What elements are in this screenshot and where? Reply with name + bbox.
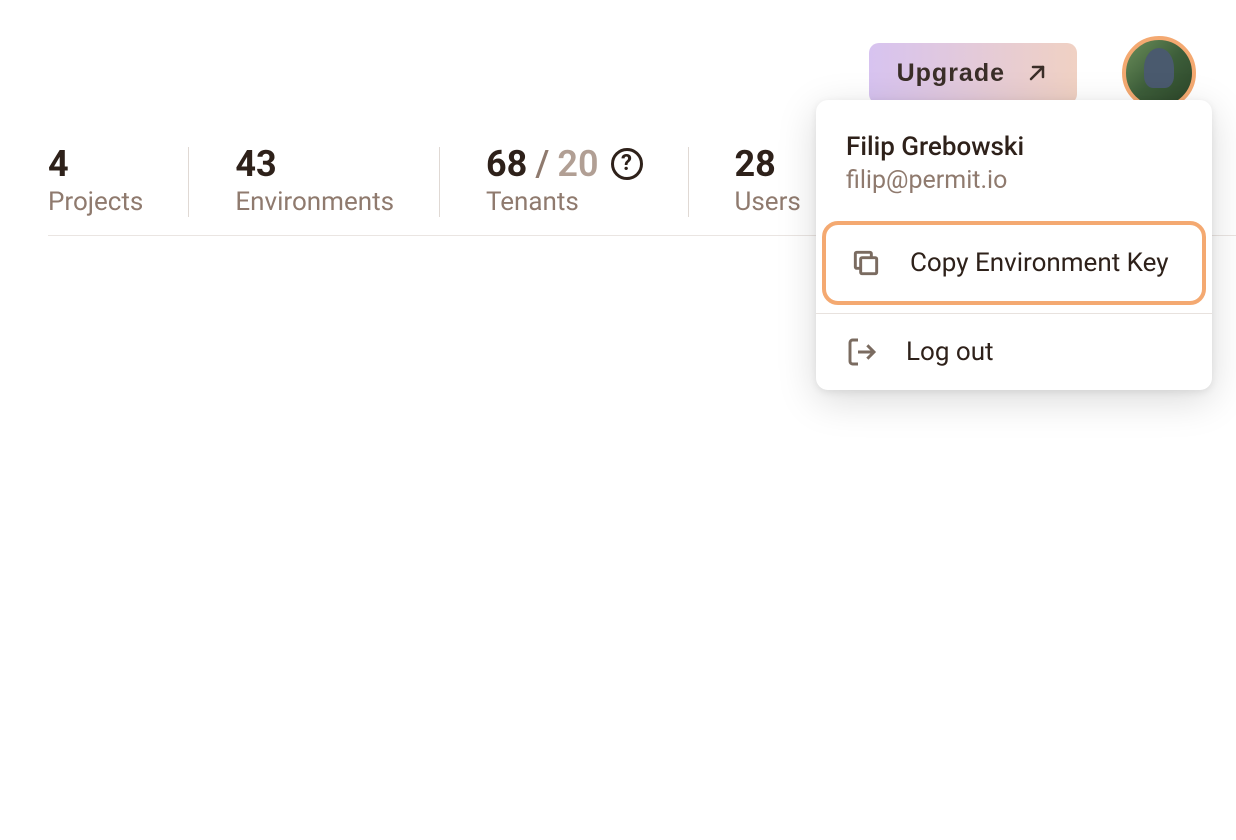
stat-label: Projects — [48, 187, 143, 217]
stat-value: 68/20 ? — [486, 143, 643, 185]
user-name: Filip Grebowski — [846, 132, 1182, 162]
stat-environments: 43 Environments — [235, 143, 440, 217]
stat-tenants: 68/20 ? Tenants — [486, 143, 689, 217]
dropdown-item-label: Copy Environment Key — [910, 248, 1169, 278]
topbar: Upgrade — [869, 36, 1196, 110]
stat-value: 4 — [48, 143, 143, 185]
slash: / — [535, 143, 549, 185]
stat-label: Environments — [235, 187, 394, 217]
upgrade-button-label: Upgrade — [897, 59, 1005, 88]
logout-item[interactable]: Log out — [816, 314, 1212, 390]
stat-label: Users — [735, 187, 801, 217]
stat-projects: 4 Projects — [48, 143, 189, 217]
stat-limit: 20 — [557, 143, 598, 185]
copy-icon — [850, 247, 882, 279]
user-email: filip@permit.io — [846, 166, 1182, 195]
copy-environment-key-item[interactable]: Copy Environment Key — [822, 221, 1206, 305]
help-icon[interactable]: ? — [611, 148, 643, 180]
dropdown-header: Filip Grebowski filip@permit.io — [816, 100, 1212, 217]
external-link-icon — [1025, 61, 1049, 85]
upgrade-button[interactable]: Upgrade — [869, 43, 1077, 104]
stat-value: 43 — [235, 143, 394, 185]
stat-current: 68 — [486, 143, 527, 185]
stat-label: Tenants — [486, 187, 643, 217]
user-dropdown: Filip Grebowski filip@permit.io Copy Env… — [816, 100, 1212, 390]
stat-value: 28 — [735, 143, 801, 185]
avatar[interactable] — [1122, 36, 1196, 110]
logout-icon — [846, 336, 878, 368]
dropdown-item-label: Log out — [906, 337, 994, 367]
